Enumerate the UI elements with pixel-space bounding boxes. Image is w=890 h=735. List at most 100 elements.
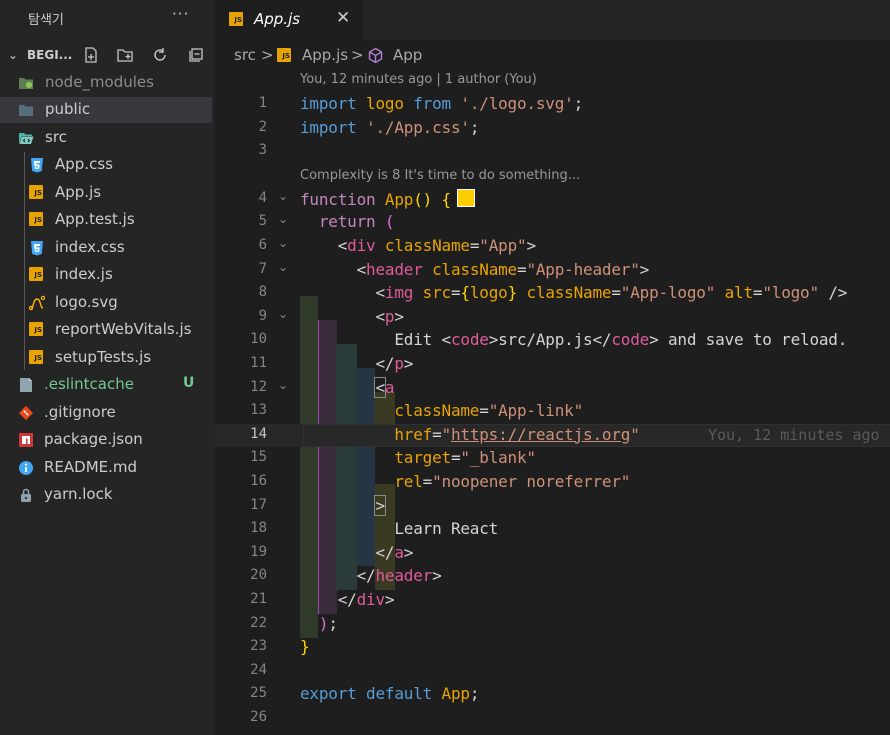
tab-app-js[interactable]: JS App.js ✕ bbox=[215, 0, 363, 40]
code-token: "logo" bbox=[762, 283, 819, 303]
code-line[interactable]: 22 ); bbox=[215, 613, 890, 637]
color-swatch[interactable] bbox=[456, 188, 475, 207]
tree-item-app-css[interactable]: App.css bbox=[0, 152, 212, 178]
code-line[interactable]: 7 ⌄ <header className="App-header"> bbox=[215, 259, 890, 283]
code-token: './logo.svg' bbox=[460, 94, 574, 113]
codelens-complexity[interactable]: Complexity is 8 It's time to do somethin… bbox=[300, 168, 580, 183]
tree-item-label: reportWebVitals.js bbox=[55, 320, 192, 338]
code-line[interactable]: 9 ⌄ <p> bbox=[215, 306, 890, 330]
tree-item-node-modules[interactable]: node_modules bbox=[0, 70, 212, 96]
css-file-icon bbox=[29, 157, 45, 173]
line-number: 2 bbox=[258, 118, 267, 135]
fold-chevron-icon[interactable]: ⌄ bbox=[278, 378, 288, 392]
code-line[interactable]: 26 bbox=[215, 707, 890, 731]
tree-item-src[interactable]: src bbox=[0, 125, 212, 151]
tree-item-package-json[interactable]: package.json bbox=[0, 427, 212, 453]
tree-item-gitignore[interactable]: .gitignore bbox=[0, 400, 212, 426]
code-line[interactable]: 21 </div> bbox=[215, 589, 890, 613]
tree-item-setup-tests-js[interactable]: JS setupTests.js bbox=[0, 345, 212, 371]
folder-icon bbox=[18, 102, 34, 118]
tree-item-label: package.json bbox=[44, 430, 143, 448]
new-file-icon[interactable] bbox=[82, 46, 100, 64]
line-number: 21 bbox=[250, 591, 267, 607]
code-line[interactable]: 11 </p> bbox=[215, 353, 890, 377]
code-token: ( bbox=[384, 212, 395, 232]
tree-item-report-web-vitals-js[interactable]: JS reportWebVitals.js bbox=[0, 317, 212, 343]
tree-item-app-test-js[interactable]: JS App.test.js bbox=[0, 207, 212, 233]
tree-item-app-js[interactable]: JS App.js bbox=[0, 180, 212, 206]
tree-item-readme-md[interactable]: README.md bbox=[0, 455, 212, 481]
tree-item-index-css[interactable]: index.css bbox=[0, 235, 212, 261]
close-icon[interactable]: ✕ bbox=[336, 8, 350, 28]
code-token: { bbox=[460, 283, 470, 303]
tab-label: App.js bbox=[254, 10, 301, 28]
code-line[interactable]: 3 bbox=[215, 140, 890, 164]
code-line[interactable]: 19 </a> bbox=[215, 542, 890, 566]
code-text: Learn React bbox=[300, 519, 498, 538]
code-line[interactable]: 13 className="App-link" bbox=[215, 400, 890, 424]
code-token: App bbox=[441, 684, 471, 704]
workspace-root-header[interactable]: ⌄ BEGI... bbox=[0, 44, 215, 68]
line-number: 8 bbox=[258, 284, 267, 301]
more-actions-icon[interactable]: ··· bbox=[172, 5, 189, 23]
code-editor[interactable]: You, 12 minutes ago | 1 author (You) Com… bbox=[215, 68, 890, 735]
tree-item-eslintcache[interactable]: .eslintcache U bbox=[0, 372, 212, 398]
tree-item-logo-svg[interactable]: logo.svg bbox=[0, 290, 212, 316]
code-line[interactable]: 25 export default App; bbox=[215, 683, 890, 707]
code-token: > bbox=[394, 306, 404, 326]
code-line[interactable]: 20 </header> bbox=[215, 565, 890, 589]
code-token: Edit bbox=[394, 330, 442, 350]
fold-chevron-icon[interactable]: ⌄ bbox=[278, 189, 288, 203]
code-token: = bbox=[432, 424, 442, 444]
tree-item-label: App.test.js bbox=[55, 210, 135, 228]
collapse-all-icon[interactable] bbox=[187, 46, 205, 64]
breadcrumb-file[interactable]: App.js bbox=[302, 46, 348, 64]
breadcrumb-symbol[interactable]: App bbox=[393, 46, 422, 64]
tree-item-index-js[interactable]: JS index.js bbox=[0, 262, 212, 288]
code-line[interactable]: 12 ⌄ <a bbox=[215, 376, 890, 401]
code-line[interactable]: 17 > bbox=[215, 494, 890, 519]
tree-item-label: logo.svg bbox=[55, 293, 118, 311]
git-icon bbox=[18, 405, 34, 421]
code-line[interactable]: 5 ⌄ return ( bbox=[215, 211, 890, 235]
code-token: default bbox=[366, 684, 433, 704]
code-line[interactable]: 23} bbox=[215, 636, 890, 660]
fold-chevron-icon[interactable]: ⌄ bbox=[278, 236, 288, 250]
code-token: = bbox=[752, 283, 763, 303]
code-line[interactable]: 4 ⌄ function App() { bbox=[215, 188, 890, 212]
code-line[interactable]: 24 bbox=[215, 660, 890, 684]
code-line[interactable]: 14 href="https://reactjs.org" You, 12 min… bbox=[215, 423, 890, 448]
tree-item-label: App.css bbox=[55, 155, 113, 173]
code-token: div bbox=[356, 590, 386, 609]
js-file-icon: JS bbox=[29, 267, 45, 283]
code-token: function bbox=[300, 189, 376, 209]
line-number: 4 bbox=[258, 189, 267, 206]
code-line[interactable]: 1 import logo from './logo.svg'; bbox=[215, 93, 890, 117]
code-line[interactable]: 18 Learn React bbox=[215, 518, 890, 542]
code-token: return bbox=[318, 212, 376, 232]
new-folder-icon[interactable] bbox=[116, 46, 134, 64]
fold-chevron-icon[interactable]: ⌄ bbox=[278, 260, 288, 274]
code-token: " bbox=[630, 424, 640, 444]
tree-item-yarn-lock[interactable]: yarn.lock bbox=[0, 482, 212, 508]
code-line[interactable]: 8 <img src={logo} className="App-logo" a… bbox=[215, 282, 890, 306]
codelens-author[interactable]: You, 12 minutes ago | 1 author (You) bbox=[300, 72, 537, 87]
line-number: 6 bbox=[258, 237, 267, 253]
fold-chevron-icon[interactable]: ⌄ bbox=[278, 307, 288, 321]
breadcrumb-folder[interactable]: src bbox=[234, 46, 256, 64]
code-token: alt bbox=[724, 283, 754, 303]
code-token: href bbox=[394, 424, 433, 444]
line-number: 26 bbox=[250, 709, 267, 725]
fold-chevron-icon[interactable]: ⌄ bbox=[278, 212, 288, 226]
code-line[interactable]: 15 target="_blank" bbox=[215, 447, 890, 471]
tree-item-public[interactable]: public bbox=[0, 97, 212, 123]
refresh-icon[interactable] bbox=[151, 46, 169, 64]
code-line[interactable]: 2 import './App.css'; bbox=[215, 117, 890, 141]
code-line[interactable]: 6 ⌄ <div className="App"> bbox=[215, 235, 890, 259]
code-token: </ bbox=[337, 590, 357, 609]
code-line[interactable]: 16 rel="noopener noreferrer" bbox=[215, 471, 890, 495]
code-line[interactable]: 10 Edit <code>src/App.js</code> and save… bbox=[215, 329, 890, 353]
